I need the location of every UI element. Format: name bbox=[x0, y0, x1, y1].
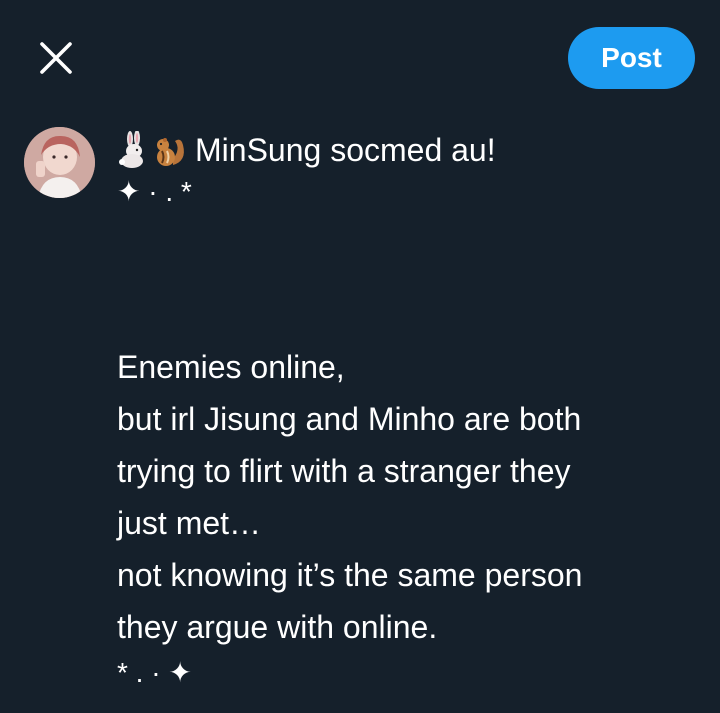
body-line: Enemies online, bbox=[117, 349, 345, 385]
body-line: just met… bbox=[117, 505, 262, 541]
compose-area[interactable]: MinSung socmed au! ✦ · . * Enemies onlin… bbox=[117, 128, 697, 697]
post-title: MinSung socmed au! bbox=[195, 132, 496, 168]
body-line: they argue with online. bbox=[117, 609, 438, 645]
body-line: not knowing it’s the same person bbox=[117, 557, 583, 593]
close-button[interactable] bbox=[38, 40, 74, 76]
close-icon bbox=[38, 40, 74, 76]
body-line: trying to flirt with a stranger they bbox=[117, 453, 571, 489]
sparkle-divider-top: ✦ · . * bbox=[117, 176, 192, 207]
rabbit-emoji bbox=[117, 131, 151, 169]
blank-space bbox=[117, 216, 697, 341]
sparkle-divider-bottom: * . · ✦ bbox=[117, 657, 192, 688]
post-button[interactable]: Post bbox=[568, 27, 695, 89]
chipmunk-emoji bbox=[153, 131, 187, 169]
body-line: but irl Jisung and Minho are both bbox=[117, 401, 582, 437]
user-avatar[interactable] bbox=[24, 127, 95, 198]
title-line: MinSung socmed au! bbox=[117, 128, 697, 172]
